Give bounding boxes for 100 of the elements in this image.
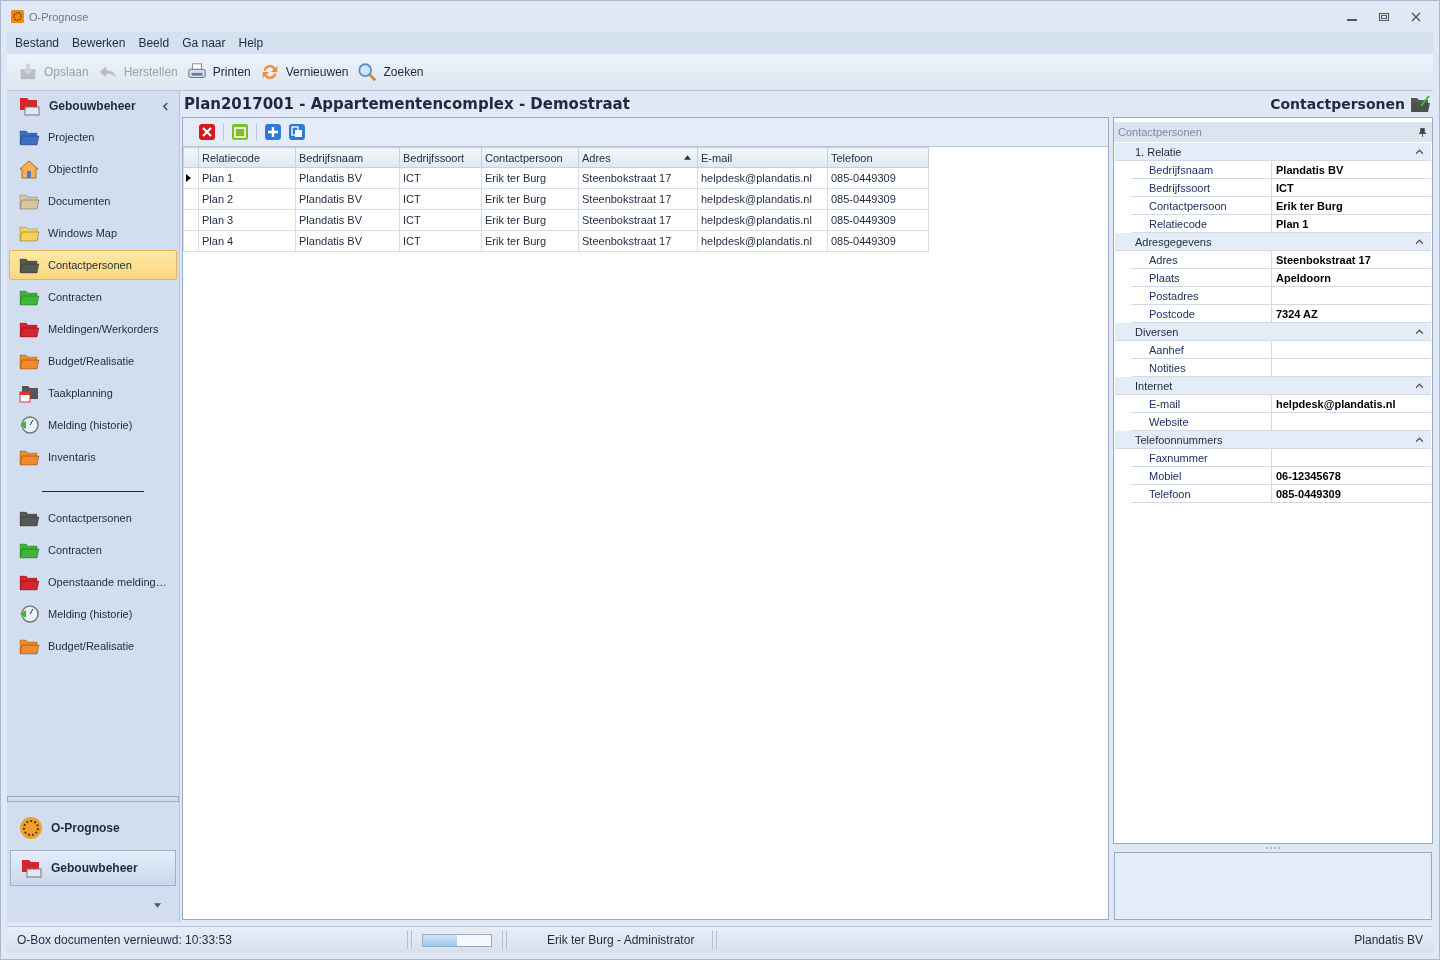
sidebar-item[interactable]: Projecten — [9, 122, 177, 152]
sidebar-item[interactable]: Meldingen/Werkorders — [9, 314, 177, 344]
column-header[interactable]: Telefoon — [827, 147, 929, 168]
column-header[interactable]: Relatiecode — [198, 147, 296, 168]
table-cell: Steenbokstraat 17 — [578, 230, 698, 252]
folder-icon — [18, 508, 40, 528]
section-title: Contactpersonen — [1270, 96, 1405, 112]
menu-item[interactable]: Help — [238, 36, 264, 50]
table-cell: ICT — [399, 167, 482, 189]
close-icon[interactable] — [1411, 11, 1421, 22]
property-label: Adres — [1131, 251, 1272, 268]
sidebar-item[interactable]: Windows Map — [9, 218, 177, 248]
category-label: 1. Relatie — [1135, 145, 1182, 158]
sidebar-item[interactable]: ObjectInfo — [9, 154, 177, 184]
property-label: Bedrijfssoort — [1131, 179, 1272, 196]
delete-icon[interactable] — [199, 124, 215, 140]
pin-icon[interactable] — [1419, 127, 1426, 137]
collapse-chevron-icon[interactable] — [1416, 437, 1423, 442]
folder-icon — [18, 127, 40, 147]
module-button[interactable]: Gebouwbeheer — [10, 850, 176, 886]
sidebar-item[interactable]: Inventaris — [9, 442, 177, 472]
table-cell: ICT — [399, 209, 482, 231]
menu-item[interactable]: Ga naar — [182, 36, 226, 50]
sidebar-item[interactable]: Budget/Realisatie — [9, 346, 177, 376]
column-header[interactable]: Contactpersoon — [481, 147, 579, 168]
table-cell: Plandatis BV — [295, 230, 400, 252]
sidebar-item[interactable]: Openstaande melding… — [9, 567, 177, 597]
toolbar-button[interactable]: Vernieuwen — [256, 60, 351, 84]
property-label: Plaats — [1131, 269, 1272, 286]
restore-icon[interactable] — [1379, 11, 1389, 22]
sidebar-item[interactable]: Budget/Realisatie — [9, 631, 177, 661]
folder-icon — [1409, 94, 1431, 114]
sidebar-item[interactable]: Contracten — [9, 535, 177, 565]
user-status: Erik ter Burg - Administrator — [546, 933, 696, 947]
property-label: E-mail — [1131, 395, 1272, 412]
column-header[interactable]: Adres — [578, 147, 698, 168]
table-cell: Erik ter Burg — [481, 230, 579, 252]
panel-title: Contactpersonen — [1118, 126, 1202, 138]
category-label: Diversen — [1135, 325, 1179, 338]
table-cell: Erik ter Burg — [481, 167, 579, 189]
menu-item[interactable]: Beeld — [138, 36, 170, 50]
folder-icon — [18, 572, 40, 592]
sidebar-item[interactable]: Contactpersonen — [9, 503, 177, 533]
table-cell: helpdesk@plandatis.nl — [697, 230, 828, 252]
table-cell: Plan 3 — [198, 209, 296, 231]
sidebar-item[interactable]: Documenten — [9, 186, 177, 216]
progress-bar — [422, 933, 492, 947]
add-icon[interactable] — [265, 124, 281, 140]
collapse-chevron-icon[interactable] — [162, 101, 169, 111]
table-cell: Plan 1 — [198, 167, 296, 189]
toolbar-button[interactable]: Printen — [183, 60, 253, 84]
column-header[interactable]: Bedrijfsnaam — [295, 147, 400, 168]
column-header[interactable]: E-mail — [697, 147, 828, 168]
property-value: Steenbokstraat 17 — [1276, 253, 1371, 266]
toolbar-button[interactable]: Zoeken — [354, 60, 426, 84]
module-button[interactable]: O-Prognose — [10, 810, 176, 846]
table-cell: Erik ter Burg — [481, 209, 579, 231]
page-title: Plan2017001 - Appartementencomplex - Demostraat — [184, 95, 631, 113]
collapse-chevron-icon[interactable] — [1416, 239, 1423, 244]
gear-logo-icon — [19, 816, 43, 840]
sidebar-item[interactable]: Melding (historie) — [9, 599, 177, 629]
search-icon — [356, 62, 379, 82]
clock-icon — [18, 604, 40, 624]
sidebar-item[interactable]: Contracten — [9, 282, 177, 312]
collapse-chevron-icon[interactable] — [1416, 383, 1423, 388]
table-cell: Steenbokstraat 17 — [578, 167, 698, 189]
table-cell: Plandatis BV — [295, 167, 400, 189]
property-label: Contactpersoon — [1131, 197, 1272, 214]
table-cell: helpdesk@plandatis.nl — [697, 167, 828, 189]
category-label: Telefoonnummers — [1135, 433, 1223, 446]
property-value: 06-12345678 — [1276, 469, 1341, 482]
collapse-chevron-icon[interactable] — [1416, 329, 1423, 334]
property-value: Erik ter Burg — [1276, 199, 1343, 212]
folder-icon — [18, 223, 40, 243]
property-value: ICT — [1276, 181, 1294, 194]
sidebar-item[interactable]: Melding (historie) — [9, 410, 177, 440]
property-label: Mobiel — [1131, 467, 1272, 484]
house-icon — [18, 159, 40, 179]
property-value: 085-0449309 — [1276, 487, 1341, 500]
clock-icon — [18, 415, 40, 435]
window-title: O-Prognose — [29, 10, 89, 23]
dropdown-arrow-icon[interactable] — [154, 902, 161, 908]
table-cell: Plandatis BV — [295, 188, 400, 210]
folder-icon — [18, 319, 40, 339]
copy-icon[interactable] — [289, 124, 305, 140]
table-cell: 085-0449309 — [827, 167, 929, 189]
collapse-chevron-icon[interactable] — [1416, 149, 1423, 154]
property-value: Plan 1 — [1276, 217, 1309, 230]
company-status: Plandatis BV — [1354, 933, 1423, 947]
row-header[interactable] — [183, 167, 199, 189]
menu-item[interactable]: Bestand — [15, 36, 60, 50]
folder-icon — [18, 255, 40, 275]
table-cell: Steenbokstraat 17 — [578, 188, 698, 210]
sidebar-item[interactable]: Taakplanning — [9, 378, 177, 408]
property-value: helpdesk@plandatis.nl — [1276, 397, 1396, 410]
category-label: Internet — [1135, 379, 1173, 392]
column-header[interactable]: Bedrijfssoort — [399, 147, 482, 168]
sidebar-item[interactable]: Contactpersonen — [9, 250, 177, 280]
menu-item[interactable]: Bewerken — [72, 36, 126, 50]
table-cell: ICT — [399, 230, 482, 252]
